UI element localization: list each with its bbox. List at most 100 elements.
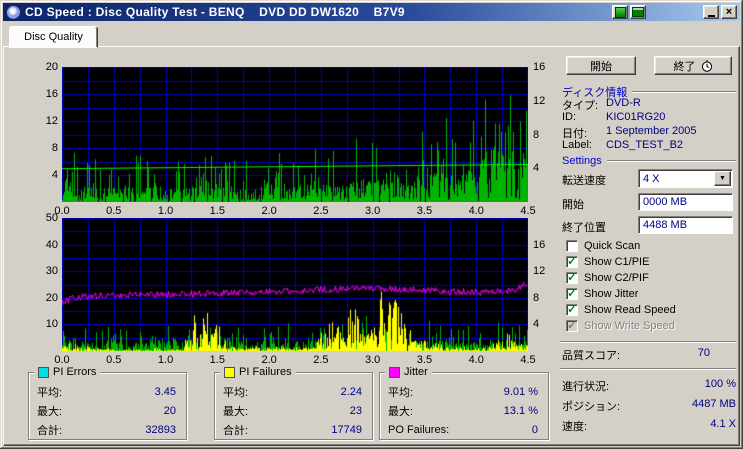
stat-label: 最大: xyxy=(388,405,414,418)
jitter-color-marker xyxy=(389,366,400,378)
stat-label: 平均: xyxy=(37,386,63,399)
check-icon: ✓ xyxy=(567,286,578,300)
speed-select-label: 転送速度 xyxy=(562,175,606,187)
green-drive-icon xyxy=(632,7,644,17)
window-title: CD Speed : Disc Quality Test - BENQ DVD … xyxy=(25,5,405,19)
checkbox-list: Quick Scan ✓ Show C1/PIE ✓ Show C2/PIF ✓ Show … xyxy=(566,238,736,334)
check-icon: ✓ xyxy=(567,318,578,332)
settings-header-label: Settings xyxy=(562,155,602,167)
right-panel: 開始 終了 ディスク情報 タイプ: DVD-R ID: KIC01RG20 日付: 1 S… xyxy=(558,46,740,444)
minimize-button[interactable] xyxy=(703,5,719,19)
titlebar-button-b[interactable] xyxy=(630,5,646,19)
settings-header: Settings xyxy=(562,155,736,167)
clock-icon xyxy=(701,59,712,72)
stat-label: 最大: xyxy=(37,405,63,418)
end-position-field[interactable]: 4488 MB xyxy=(638,216,733,234)
checkbox-label: Quick Scan xyxy=(584,240,641,252)
disc-info-label: Label: xyxy=(562,139,592,151)
checkbox-label: Show Write Speed xyxy=(584,320,675,332)
current-speed-row: 速度: 4.1 X xyxy=(562,418,736,434)
stat-row: 最大: 20 xyxy=(29,401,186,420)
chevron-down-icon: ▼ xyxy=(719,175,726,182)
position-value: 4487 MB xyxy=(691,398,736,410)
close-button[interactable]: × xyxy=(721,5,737,19)
current-speed-label: 速度: xyxy=(562,421,588,433)
progress-row: 進行状況: 100 % xyxy=(562,378,736,394)
minimize-icon xyxy=(707,14,715,17)
checkbox-box[interactable]: ✓ xyxy=(566,286,578,300)
position-row: ポジション: 4487 MB xyxy=(562,398,736,414)
start-mb-value: 0000 MB xyxy=(643,196,688,208)
stat-value: 2.24 xyxy=(340,385,362,398)
stat-value: 0 xyxy=(531,423,538,436)
statbox-legend: Jitter xyxy=(385,365,432,379)
end-position-label: 終了位置 xyxy=(562,222,606,234)
checkbox-show-c2-pif[interactable]: ✓ Show C2/PIF xyxy=(566,270,736,286)
divider-line xyxy=(560,341,736,343)
start-mb-field[interactable]: 0000 MB xyxy=(638,193,733,211)
chart-pi-failures-jitter xyxy=(62,218,528,351)
stat-label: 平均: xyxy=(223,386,249,399)
titlebar-button-a[interactable] xyxy=(612,5,628,19)
statbox-legend: PI Errors xyxy=(34,365,101,379)
close-icon: × xyxy=(725,6,733,18)
stat-row: 最大: 23 xyxy=(215,401,372,420)
checkbox-box[interactable]: ✓ xyxy=(566,270,578,284)
stat-row: 平均: 9.01 % xyxy=(380,382,548,401)
disc-info-label: ID: xyxy=(562,111,577,123)
quality-score-value: 70 xyxy=(697,347,710,359)
pi-errors-statbox: PI Errors 平均: 3.45 最大: 20 合計: 32893 xyxy=(28,365,187,440)
quality-score-row: 品質スコア: 70 xyxy=(562,347,736,363)
stat-row: 最大: 13.1 % xyxy=(380,401,548,420)
checkbox-label: Show C1/PIE xyxy=(584,256,650,268)
titlebar: CD Speed : Disc Quality Test - BENQ DVD … xyxy=(3,3,740,21)
disc-info-row: ID: KIC01RG20 xyxy=(562,111,736,123)
checkbox-box[interactable]: ✓ xyxy=(566,254,578,268)
check-icon: ✓ xyxy=(567,254,578,268)
checkbox-box[interactable] xyxy=(566,240,578,252)
checkbox-label: Show Read Speed xyxy=(584,304,676,316)
statbox-legend: PI Failures xyxy=(220,365,296,379)
stat-value: 13.1 % xyxy=(503,404,538,417)
checkbox-label: Show Jitter xyxy=(584,288,639,300)
tab-disc-quality[interactable]: Disc Quality xyxy=(9,26,98,48)
current-speed-value: 4.1 X xyxy=(710,418,736,430)
checkbox-show-c1-pie[interactable]: ✓ Show C1/PIE xyxy=(566,254,736,270)
stat-row: 合計: 32893 xyxy=(29,420,186,439)
exit-button[interactable]: 終了 xyxy=(654,56,732,75)
start-button-label: 開始 xyxy=(590,60,612,73)
stat-value: 9.01 % xyxy=(503,385,538,398)
start-button[interactable]: 開始 xyxy=(566,56,636,75)
divider-line xyxy=(606,160,736,162)
check-icon: ✓ xyxy=(567,302,578,316)
speed-select[interactable]: 4 X ▼ xyxy=(638,169,733,188)
checkbox-show-read-speed[interactable]: ✓ Show Read Speed xyxy=(566,302,736,318)
divider-line xyxy=(632,91,736,93)
stat-value: 23 xyxy=(349,404,362,417)
position-label: ポジション: xyxy=(562,401,621,413)
stat-value: 20 xyxy=(163,404,176,417)
chart-pi-errors xyxy=(62,67,528,202)
disc-info-row: Label: CDS_TEST_B2 xyxy=(562,139,736,151)
pi-errors-color-marker xyxy=(38,366,49,378)
stat-value: 3.45 xyxy=(154,385,176,398)
combo-dropdown-button[interactable]: ▼ xyxy=(714,171,731,186)
exit-button-label: 終了 xyxy=(673,60,696,73)
end-position-value: 4488 MB xyxy=(643,219,688,231)
checkbox-quick-scan[interactable]: Quick Scan xyxy=(566,238,736,254)
stat-row: 平均: 2.24 xyxy=(215,382,372,401)
checkbox-show-write-speed: ✓ Show Write Speed xyxy=(566,318,736,334)
stat-row: 合計: 17749 xyxy=(215,420,372,439)
checkbox-box[interactable]: ✓ xyxy=(566,302,578,316)
titlebar-window-buttons: × xyxy=(703,5,737,19)
progress-value: 100 % xyxy=(704,378,736,390)
disc-info-value: KIC01RG20 xyxy=(606,111,666,123)
pi-failures-statbox: PI Failures 平均: 2.24 最大: 23 合計: 17749 xyxy=(214,365,373,440)
green-chart-icon xyxy=(614,6,626,18)
statbox-rows: 平均: 9.01 % 最大: 13.1 % PO Failures: 0 xyxy=(380,382,548,439)
stat-row: 平均: 3.45 xyxy=(29,382,186,401)
stat-value: 17749 xyxy=(331,423,362,436)
check-icon: ✓ xyxy=(567,270,578,284)
checkbox-show-jitter[interactable]: ✓ Show Jitter xyxy=(566,286,736,302)
statbox-title: PI Failures xyxy=(239,366,292,378)
